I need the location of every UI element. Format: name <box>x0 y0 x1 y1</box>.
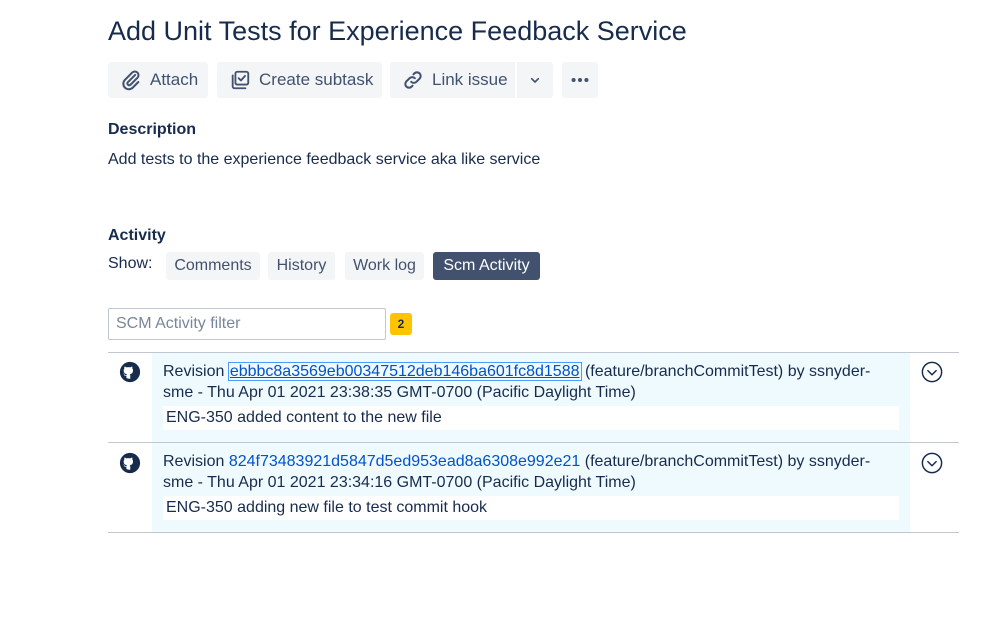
show-label: Show: <box>108 255 153 272</box>
chevron-circle-icon[interactable] <box>921 452 943 474</box>
create-subtask-label: Create subtask <box>259 70 374 89</box>
paperclip-icon <box>122 70 140 91</box>
link-icon <box>404 71 422 89</box>
attach-label: Attach <box>150 70 199 89</box>
activity-heading: Activity <box>108 227 166 244</box>
tab-comments[interactable]: Comments <box>166 252 260 280</box>
revision-hash-link[interactable]: 824f73483921d5847d5ed953ead8a6308e992e21 <box>229 453 580 470</box>
divider <box>108 532 959 533</box>
link-issue-dropdown-button[interactable] <box>517 62 553 98</box>
tab-work-log[interactable]: Work log <box>345 252 424 280</box>
more-icon <box>571 77 589 83</box>
commit-message: ENG-350 added content to the new file <box>163 406 899 430</box>
github-icon <box>119 452 141 474</box>
revision-hash-link[interactable]: ebbbc8a3569eb00347512deb146ba601fc8d1588 <box>227 362 582 381</box>
chevron-circle-icon[interactable] <box>921 361 943 383</box>
attach-button[interactable]: Attach <box>108 62 208 98</box>
more-actions-button[interactable] <box>562 62 598 98</box>
link-issue-button[interactable]: Link issue <box>390 62 515 98</box>
description-heading: Description <box>108 121 197 138</box>
description-text: Add tests to the experience feedback ser… <box>108 151 541 168</box>
github-icon <box>119 361 141 383</box>
tab-history[interactable]: History <box>268 252 335 280</box>
revision-label: Revision <box>163 453 225 470</box>
scm-activity-filter-input[interactable] <box>108 308 386 340</box>
subtask-icon <box>231 70 250 90</box>
commit-revision-line: Revision 824f73483921d5847d5ed953ead8a63… <box>163 451 898 493</box>
revision-label: Revision <box>163 363 225 380</box>
commit-message: ENG-350 adding new file to test commit h… <box>163 496 899 520</box>
link-issue-label: Link issue <box>432 70 508 89</box>
tab-scm-activity[interactable]: Scm Activity <box>433 252 540 280</box>
activity-count-badge: 2 <box>390 313 412 335</box>
commit-revision-line: Revision ebbbc8a3569eb00347512deb146ba60… <box>163 361 898 403</box>
issue-title: Add Unit Tests for Experience Feedback S… <box>108 16 687 46</box>
chevron-down-icon <box>530 77 540 83</box>
create-subtask-button[interactable]: Create subtask <box>217 62 382 98</box>
